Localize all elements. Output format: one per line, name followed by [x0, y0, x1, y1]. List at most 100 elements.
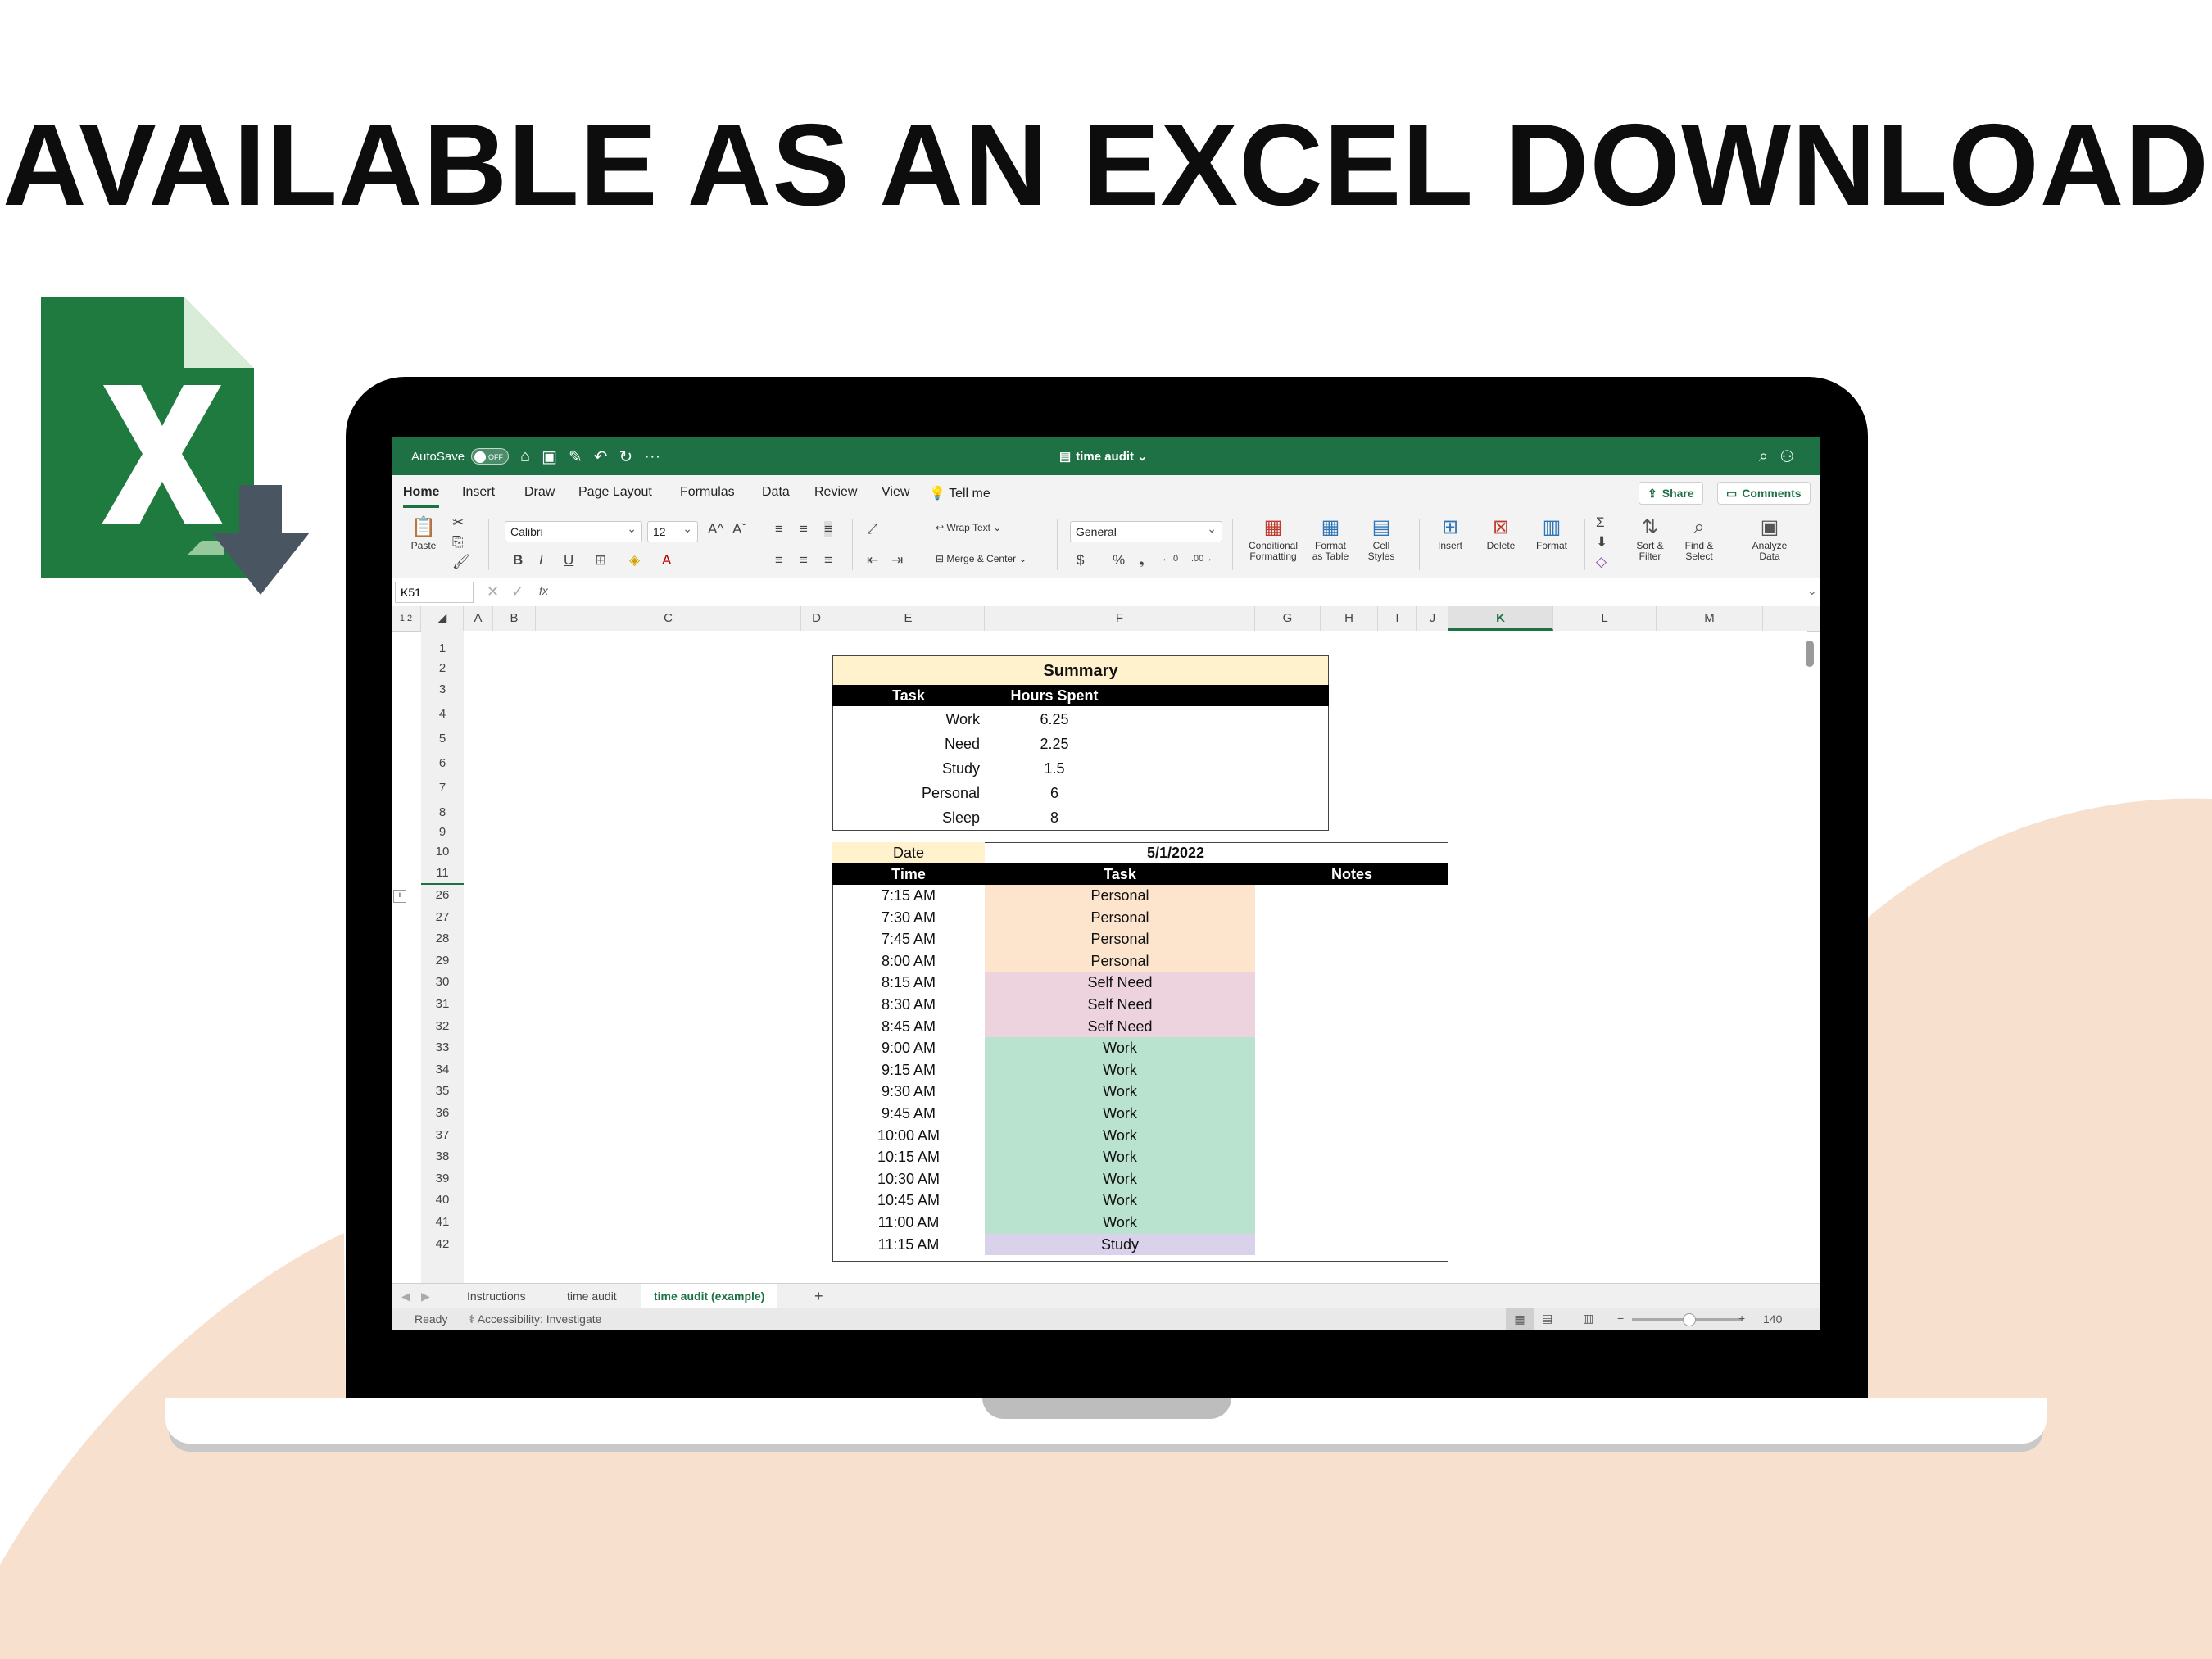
log-task[interactable]: Personal — [985, 928, 1255, 950]
shrink-font-icon[interactable]: Aˇ — [732, 521, 746, 537]
column-h[interactable]: H — [1321, 606, 1378, 631]
cancel-icon[interactable]: ✕ — [487, 583, 499, 601]
row-number[interactable]: 11 — [421, 863, 464, 885]
name-box[interactable]: K51 — [395, 582, 474, 603]
row-number[interactable]: 8 — [421, 803, 464, 823]
row-number[interactable]: 35 — [421, 1081, 464, 1103]
align-left-icon[interactable]: ≡ — [775, 552, 783, 569]
document-title[interactable]: time audit — [1076, 450, 1134, 464]
prev-sheet-icon[interactable]: ◀ — [397, 1284, 415, 1308]
row-number[interactable]: 27 — [421, 907, 464, 929]
log-task[interactable]: Work — [985, 1103, 1255, 1125]
log-task[interactable]: Work — [985, 1212, 1255, 1234]
tab-view[interactable]: View — [882, 485, 909, 500]
page-break-view-icon[interactable]: ▥ — [1583, 1312, 1593, 1326]
align-right-icon[interactable]: ≡ — [824, 552, 832, 569]
log-time[interactable]: 11:15 AM — [832, 1234, 985, 1256]
tab-home[interactable]: Home — [403, 485, 440, 508]
row-number[interactable]: 10 — [421, 842, 464, 862]
zoom-level[interactable]: 140 — [1763, 1312, 1782, 1326]
log-time[interactable]: 10:30 AM — [832, 1168, 985, 1190]
zoom-out-button[interactable]: − — [1617, 1312, 1624, 1325]
log-task[interactable]: Work — [985, 1081, 1255, 1103]
grow-font-icon[interactable]: A^ — [708, 521, 723, 537]
sheet-tab-instructions[interactable]: Instructions — [454, 1284, 539, 1308]
column-j[interactable]: J — [1417, 606, 1448, 631]
sheet-tab-time-audit-example[interactable]: time audit (example) — [641, 1284, 778, 1310]
edit-icon[interactable]: ✎ — [569, 446, 582, 467]
align-top-icon[interactable]: ≡ — [775, 521, 783, 537]
copy-icon[interactable]: ⎘ — [452, 534, 464, 551]
outline-level-1[interactable]: 1 — [400, 614, 405, 623]
autosave-toggle[interactable]: OFF — [471, 448, 510, 465]
row-number[interactable]: 32 — [421, 1016, 464, 1038]
zoom-slider-thumb[interactable] — [1683, 1313, 1696, 1326]
column-f[interactable]: F — [985, 606, 1255, 631]
format-as-table-button[interactable]: ▦ Format as Table — [1306, 516, 1355, 563]
row-number[interactable]: 28 — [421, 928, 464, 950]
worksheet-grid[interactable]: Summary Task Hours Spent Work 6.25 Need 2.25 St… — [464, 631, 1807, 1285]
row-number[interactable]: 30 — [421, 972, 464, 994]
number-format-dropdown[interactable]: General — [1070, 519, 1222, 542]
row-number[interactable]: 42 — [421, 1234, 464, 1256]
tell-me[interactable]: 💡 Tell me — [929, 485, 990, 501]
log-time[interactable]: 8:15 AM — [832, 972, 985, 994]
log-task[interactable]: Work — [985, 1190, 1255, 1212]
log-task[interactable]: Self Need — [985, 994, 1255, 1016]
next-sheet-icon[interactable]: ▶ — [416, 1284, 435, 1308]
sort-filter-button[interactable]: ⇅ Sort & Filter — [1627, 516, 1673, 563]
column-c[interactable]: C — [536, 606, 801, 631]
row-number[interactable]: 26 — [421, 885, 464, 907]
comma-button[interactable]: ❟ — [1139, 552, 1145, 569]
log-task[interactable]: Work — [985, 1167, 1255, 1190]
column-l[interactable]: L — [1553, 606, 1657, 631]
analyze-data-button[interactable]: ▣ Analyze Data — [1745, 516, 1794, 563]
log-task[interactable]: Work — [985, 1146, 1255, 1168]
log-time[interactable]: 9:45 AM — [832, 1103, 985, 1125]
row-number[interactable]: 34 — [421, 1059, 464, 1081]
log-task[interactable]: Work — [985, 1037, 1255, 1059]
search-icon[interactable]: ⌕ — [1759, 447, 1768, 466]
log-task[interactable]: Personal — [985, 950, 1255, 972]
log-time[interactable]: 10:15 AM — [832, 1146, 985, 1168]
tab-formulas[interactable]: Formulas — [680, 485, 735, 500]
chevron-down-icon[interactable]: ⌄ — [1137, 449, 1148, 464]
vertical-scrollbar[interactable] — [1806, 641, 1814, 667]
function-icon[interactable]: fx — [539, 584, 548, 597]
log-time[interactable]: 7:30 AM — [832, 907, 985, 929]
log-time[interactable]: 10:45 AM — [832, 1190, 985, 1212]
log-task[interactable]: Self Need — [985, 1015, 1255, 1038]
confirm-icon[interactable]: ✓ — [511, 583, 524, 601]
font-color-icon[interactable]: A — [662, 552, 671, 569]
log-task[interactable]: Personal — [985, 885, 1255, 907]
log-task[interactable]: Study — [985, 1233, 1255, 1256]
row-number[interactable]: 3 — [421, 680, 464, 700]
format-cells-button[interactable]: ▥ Format — [1529, 516, 1575, 551]
add-sheet-button[interactable]: + — [801, 1284, 836, 1308]
decrease-indent-icon[interactable]: ⇤ — [867, 552, 878, 569]
percent-button[interactable]: % — [1113, 552, 1125, 569]
row-number[interactable]: 6 — [421, 754, 464, 773]
log-time[interactable]: 7:15 AM — [832, 885, 985, 907]
row-number[interactable]: 31 — [421, 994, 464, 1016]
log-time[interactable]: 7:45 AM — [832, 928, 985, 950]
row-number[interactable]: 41 — [421, 1212, 464, 1234]
paste-button[interactable]: 📋 Paste — [401, 516, 446, 551]
align-bottom-icon[interactable]: ≡ — [824, 521, 832, 537]
log-time[interactable]: 9:00 AM — [832, 1037, 985, 1059]
log-time[interactable]: 8:30 AM — [832, 994, 985, 1016]
clear-icon[interactable]: ◇ — [1596, 554, 1607, 570]
log-task[interactable]: Personal — [985, 906, 1255, 929]
bold-button[interactable]: B — [513, 552, 523, 569]
underline-button[interactable]: U — [564, 552, 573, 569]
column-m[interactable]: M — [1657, 606, 1763, 631]
outline-levels[interactable]: 1 2 — [392, 606, 421, 631]
column-i[interactable]: I — [1378, 606, 1417, 631]
accessibility-status[interactable]: ⚕ Accessibility: Investigate — [469, 1312, 601, 1326]
row-number[interactable]: 29 — [421, 950, 464, 972]
currency-button[interactable]: $ — [1077, 552, 1084, 569]
log-time[interactable]: 8:45 AM — [832, 1016, 985, 1038]
orientation-icon[interactable]: ⤢ — [867, 521, 878, 537]
row-number[interactable]: 38 — [421, 1146, 464, 1168]
decrease-decimal-button[interactable]: .00→ — [1191, 554, 1213, 564]
